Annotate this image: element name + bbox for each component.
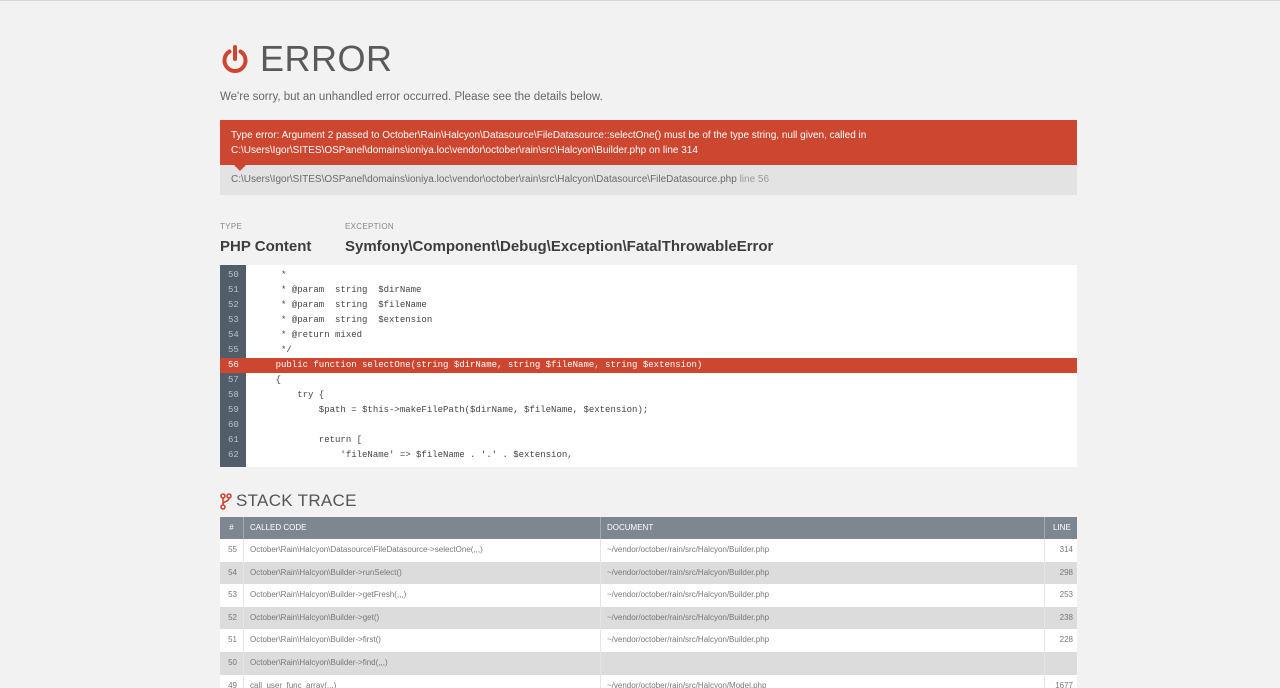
code-line: 60 — [220, 418, 1077, 433]
stack-row-line: 314 — [1059, 545, 1073, 554]
code-line-number: 52 — [228, 300, 239, 310]
stack-row-document: ~/vendor/october/rain/src/Halcyon/Builde… — [601, 561, 1045, 585]
stack-trace-row[interactable]: 49 call_user_func_array(,,,) ~/vendor/octo… — [220, 674, 1077, 688]
error-message-line-2: C:\Users\Igor\SITES\OSPanel\domains\ioni… — [231, 145, 698, 156]
code-line: 53 * @param string $extension — [220, 313, 1077, 328]
code-line-text: * @param string $dirName — [254, 285, 422, 295]
code-line: 62 'fileName' => $fileName . '.' . $exte… — [220, 448, 1077, 463]
code-line-text: * — [254, 270, 287, 280]
code-line: 59 $path = $this->makeFilePath($dirName,… — [220, 403, 1077, 418]
stack-row-number: 54 — [220, 561, 244, 585]
code-line: 51 * @param string $dirName — [220, 283, 1077, 298]
code-line: 54 * @return mixed — [220, 328, 1077, 343]
stack-row-line — [1045, 652, 1077, 675]
error-header: ERROR — [220, 39, 393, 79]
stack-table-header: # CALLED CODE DOCUMENT LINE — [220, 517, 1077, 539]
code-line: 50 * — [220, 268, 1077, 283]
stack-row-line: 238 — [1059, 612, 1073, 622]
code-line: 58 try { — [220, 388, 1077, 403]
power-icon — [220, 44, 250, 74]
page-title: ERROR — [260, 38, 393, 79]
error-message-line-1: Type error: Argument 2 passed to October… — [231, 130, 867, 141]
stack-row-number: 52 — [220, 606, 244, 630]
code-line-text: 'fileName' => $fileName . '.' . $extensi… — [254, 450, 573, 460]
code-line: 55 */ — [220, 343, 1077, 358]
stack-row-number: 49 — [220, 674, 244, 688]
code-line-text: { — [254, 375, 282, 385]
code-line-number: 50 — [228, 270, 239, 280]
code-line-number: 54 — [228, 330, 239, 340]
stack-row-called-code: call_user_func_array(,,,) — [244, 674, 601, 688]
stack-trace-row[interactable]: 50 October\Rain\Halcyon\Builder->find(,,,… — [220, 651, 1077, 675]
stack-row-line: 253 — [1059, 590, 1073, 600]
error-caret — [234, 165, 246, 171]
stack-trace-row[interactable]: 51 October\Rain\Halcyon\Builder->first() ~… — [220, 629, 1077, 652]
code-line-number: 59 — [228, 405, 239, 415]
stack-row-document: ~/vendor/october/rain/src/Halcyon/Builde… — [601, 584, 1045, 607]
code-line-text: * @return mixed — [254, 330, 363, 340]
stack-row-called-code: October\Rain\Halcyon\Builder->getFresh(,… — [244, 584, 601, 607]
stack-trace-row[interactable]: 54 October\Rain\Halcyon\Builder->runSelec… — [220, 561, 1077, 585]
stack-row-line: 228 — [1059, 635, 1073, 645]
code-snippet: 50 * 51 * @param string $dirName 52 * @par… — [220, 265, 1077, 467]
code-line: 56 public function selectOne(string $dir… — [220, 358, 1077, 373]
code-line-text: */ — [254, 345, 292, 355]
code-line-number: 56 — [220, 358, 246, 373]
col-header-called-code: CALLED CODE — [244, 517, 601, 539]
code-line-number: 61 — [228, 435, 239, 445]
code-line-number: 60 — [228, 420, 239, 430]
error-file-path: C:\Users\Igor\SITES\OSPanel\domains\ioni… — [231, 174, 737, 185]
stack-row-document — [601, 651, 1045, 675]
stack-row-line: 298 — [1059, 567, 1073, 577]
stack-row-called-code: October\Rain\Halcyon\Builder->first() — [244, 629, 601, 652]
code-branch-icon — [220, 492, 232, 510]
error-file-box: C:\Users\Igor\SITES\OSPanel\domains\ioni… — [220, 165, 1077, 195]
type-value: PHP Content — [220, 238, 312, 255]
code-line: 52 * @param string $fileName — [220, 298, 1077, 313]
col-header-line: LINE — [1053, 523, 1071, 532]
code-line-number: 51 — [228, 285, 239, 295]
code-line: 57 { — [220, 373, 1077, 388]
code-line-text: return [ — [254, 435, 363, 445]
code-line-number: 55 — [228, 345, 239, 355]
stack-row-called-code: October\Rain\Halcyon\Datasource\FileData… — [244, 539, 601, 562]
stack-row-document: ~/vendor/october/rain/src/Halcyon/Model.… — [601, 674, 1045, 688]
stack-trace-row[interactable]: 53 October\Rain\Halcyon\Builder->getFresh… — [220, 584, 1077, 607]
stack-trace-row[interactable]: 52 October\Rain\Halcyon\Builder->get() ~/v… — [220, 606, 1077, 630]
code-line-text: public function selectOne(string $dirNam… — [254, 360, 703, 370]
code-line-text: $path = $this->makeFilePath($dirName, $f… — [254, 405, 649, 415]
stack-row-number: 50 — [220, 651, 244, 675]
exception-label: EXCEPTION — [345, 222, 394, 231]
stack-trace-row[interactable]: 55 October\Rain\Halcyon\Datasource\FileDa… — [220, 539, 1077, 562]
stack-row-called-code: October\Rain\Halcyon\Builder->get() — [244, 606, 601, 630]
stack-trace-table: # CALLED CODE DOCUMENT LINE 55 October\Ra… — [220, 517, 1077, 688]
exception-value: Symfony\Component\Debug\Exception\FatalT… — [345, 238, 774, 255]
stack-row-line: 1677 — [1055, 680, 1073, 688]
stack-row-number: 53 — [220, 584, 244, 607]
error-message-box: Type error: Argument 2 passed to October… — [220, 120, 1077, 165]
stack-row-called-code: October\Rain\Halcyon\Builder->find(,,,) — [244, 651, 601, 675]
stack-row-document: ~/vendor/october/rain/src/Halcyon/Builde… — [601, 606, 1045, 630]
stack-row-called-code: October\Rain\Halcyon\Builder->runSelect(… — [244, 561, 601, 585]
col-header-number: # — [220, 517, 244, 539]
error-subtitle: We're sorry, but an unhandled error occu… — [220, 91, 603, 103]
code-line-number: 53 — [228, 315, 239, 325]
stack-trace-title: STACK TRACE — [236, 491, 357, 510]
code-line-number: 62 — [228, 450, 239, 460]
stack-row-document: ~/vendor/october/rain/src/Halcyon/Builde… — [601, 539, 1045, 562]
stack-row-number: 55 — [220, 539, 244, 562]
error-file-line: line 56 — [739, 174, 770, 185]
code-line: 61 return [ — [220, 433, 1077, 448]
type-label: TYPE — [220, 222, 243, 231]
col-header-document: DOCUMENT — [601, 517, 1045, 539]
stack-trace-header: STACK TRACE — [220, 491, 357, 511]
stack-row-number: 51 — [220, 629, 244, 652]
code-line-text: * @param string $extension — [254, 315, 433, 325]
code-line-text: try { — [254, 390, 325, 400]
stack-row-document: ~/vendor/october/rain/src/Halcyon/Builde… — [601, 629, 1045, 652]
code-line-number: 57 — [228, 375, 239, 385]
code-line-number: 58 — [228, 390, 239, 400]
code-line-text: * @param string $fileName — [254, 300, 427, 310]
